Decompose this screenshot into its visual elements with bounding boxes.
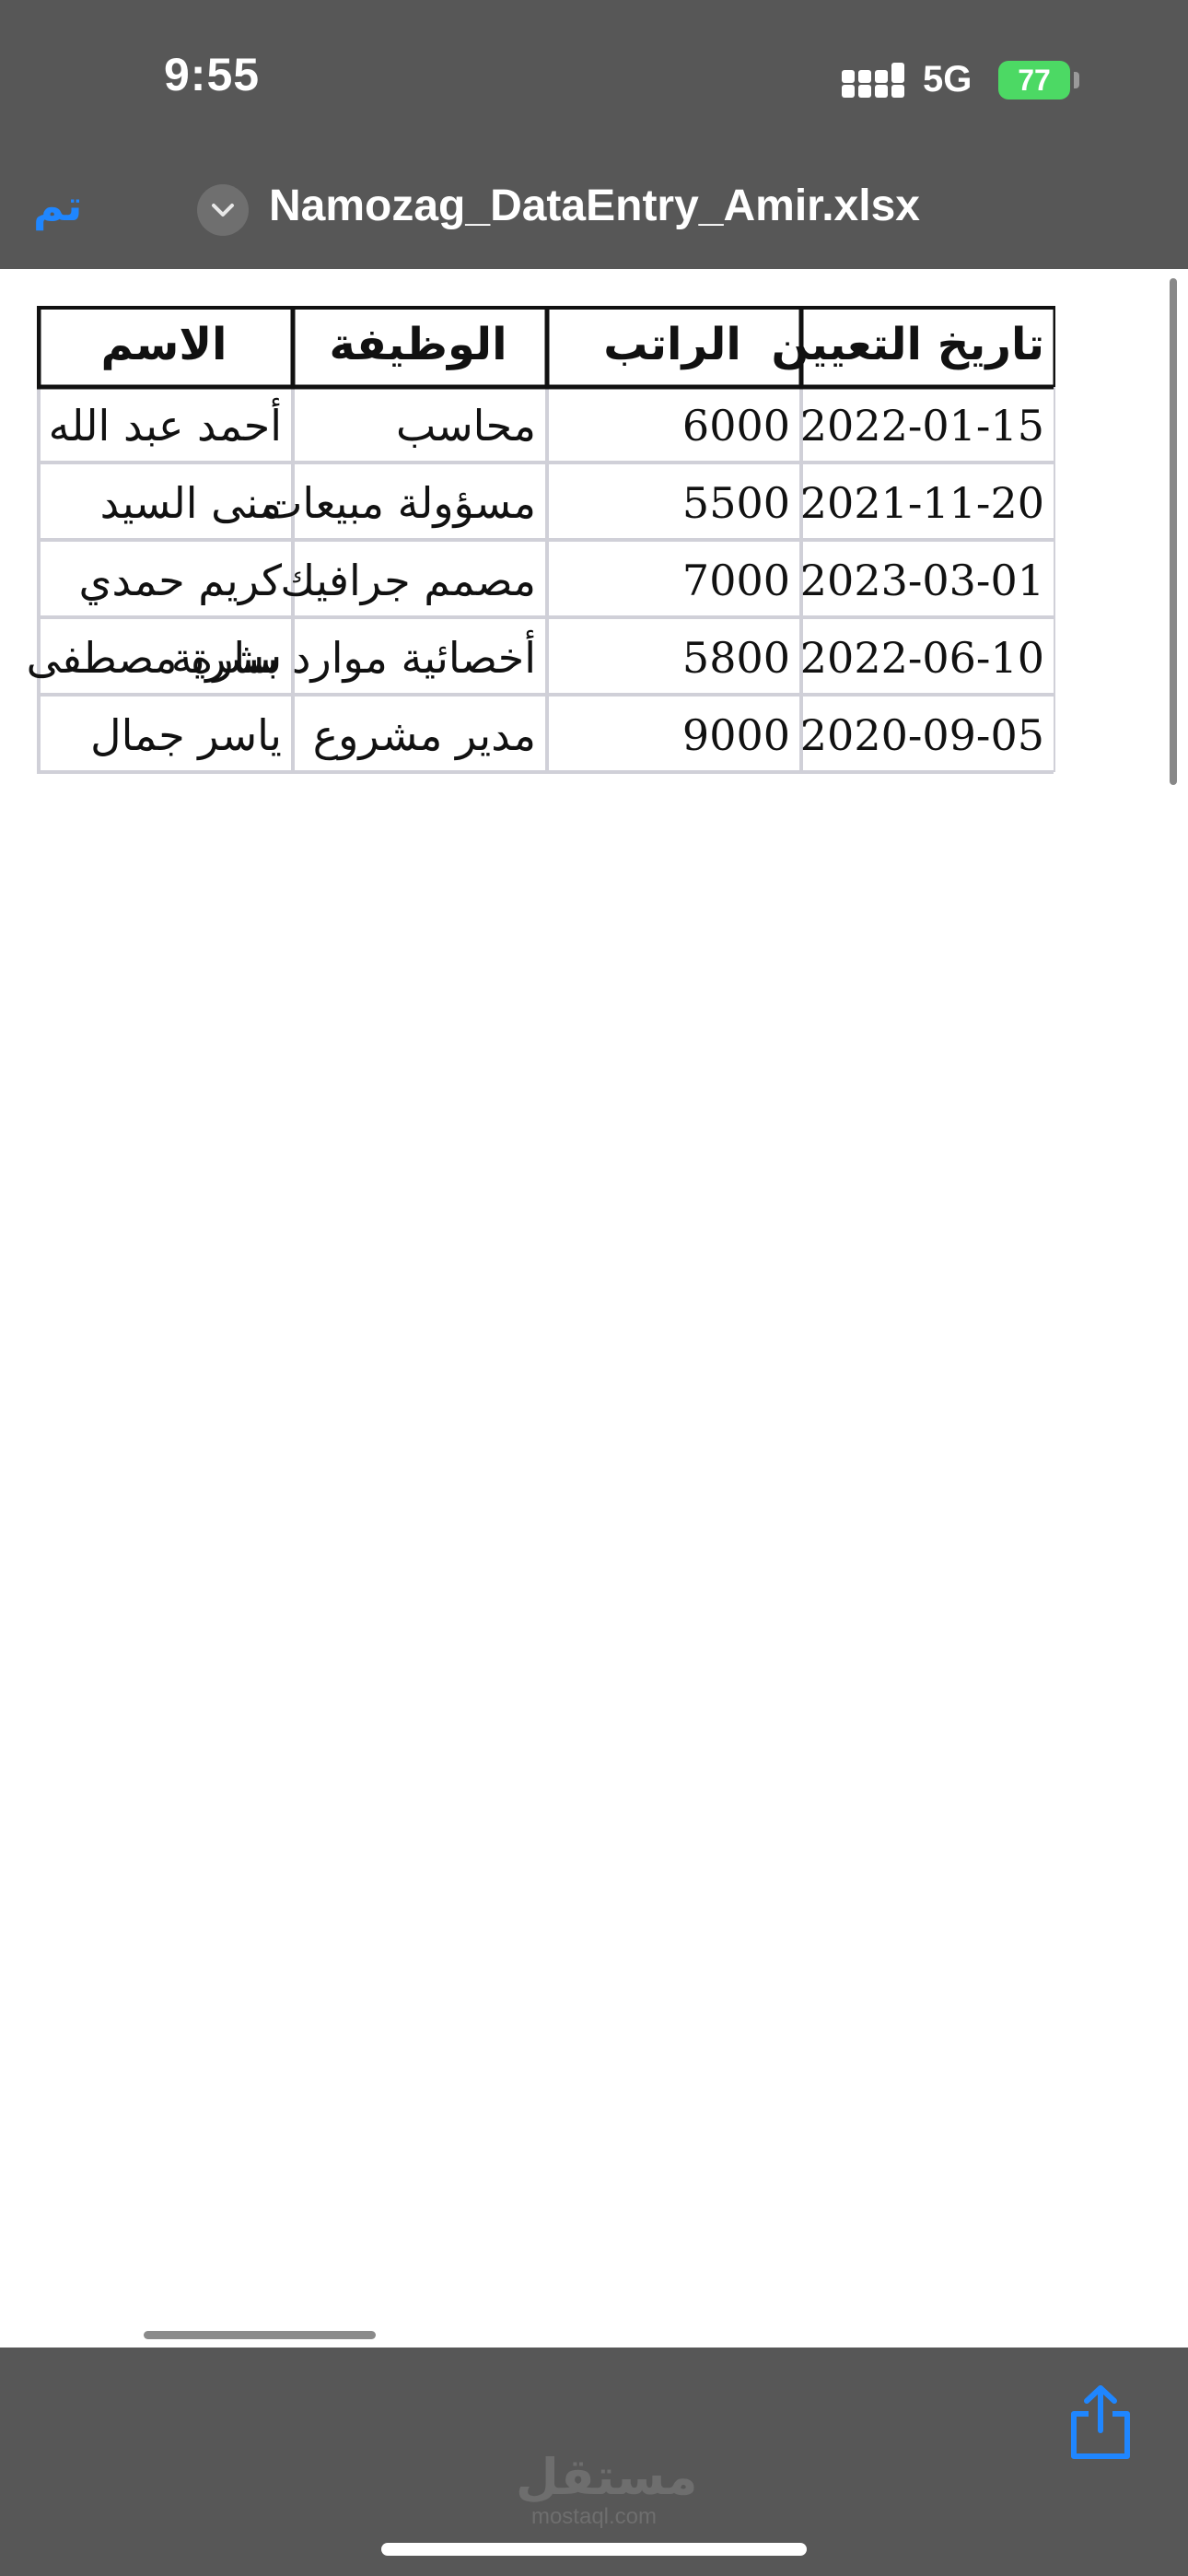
battery-level: 77: [1018, 64, 1051, 97]
cell-salary[interactable]: 9000: [545, 697, 799, 774]
cell-job[interactable]: مسؤولة مبيعات: [262, 464, 545, 542]
battery-tip: [1074, 72, 1079, 88]
cell-job[interactable]: محاسب: [291, 387, 545, 464]
battery-charging-icon: 77: [998, 61, 1070, 100]
cell-salary[interactable]: 7000: [545, 542, 799, 619]
header-cell[interactable]: تاريخ التعيين: [771, 306, 1054, 387]
share-icon[interactable]: [1066, 2383, 1135, 2460]
cell-name[interactable]: ياسر جمال: [37, 697, 291, 774]
cell-job[interactable]: أخصائية موارد بشرية: [171, 619, 545, 697]
cell-date[interactable]: 2021-11-20: [799, 464, 1054, 542]
watermark-latin: mostaql.com: [530, 2504, 658, 2529]
cell-date[interactable]: 2022-01-15: [799, 387, 1054, 464]
header-cell[interactable]: الراتب: [545, 306, 799, 387]
header-cell[interactable]: الوظيفة: [291, 306, 545, 387]
watermark-logo: مستقل mostaql.com: [516, 2448, 698, 2530]
cell-date[interactable]: 2022-06-10: [799, 619, 1054, 697]
network-label: 5G: [923, 59, 973, 100]
cell-salary[interactable]: 5800: [545, 619, 799, 697]
cell-name[interactable]: أحمد عبد الله: [37, 387, 291, 464]
scroll-indicator: [144, 2331, 376, 2339]
spreadsheet-table: تاريخ التعيين الراتب الوظيفة الاسم 2022-01-1…: [27, 306, 1055, 778]
cellular-signal-icon: [842, 63, 906, 100]
cell-job[interactable]: مصمم جرافيك: [280, 542, 545, 619]
watermark-arabic: مستقل: [516, 2448, 698, 2506]
document-title[interactable]: Namozag_DataEntry_Amir.xlsx: [269, 181, 920, 231]
header-cell[interactable]: الاسم: [37, 306, 291, 387]
cell-salary[interactable]: 6000: [545, 387, 799, 464]
cell-name[interactable]: منى السيد: [37, 464, 291, 542]
vertical-scrollbar[interactable]: [1170, 278, 1177, 785]
done-button[interactable]: تم: [33, 181, 82, 230]
cell-date[interactable]: 2020-09-05: [799, 697, 1054, 774]
status-time: 9:55: [164, 49, 261, 100]
cell-name[interactable]: سارة مصطفى: [27, 619, 291, 697]
top-bar: 9:55 5G 77 تم Namozag_DataEntry_Amir.xls…: [0, 0, 1188, 269]
cell-date[interactable]: 2023-03-01: [799, 542, 1054, 619]
chevron-down-icon[interactable]: [197, 184, 249, 236]
home-indicator: [381, 2543, 807, 2556]
cell-salary[interactable]: 5500: [545, 464, 799, 542]
cell-name[interactable]: كريم حمدي: [37, 542, 291, 619]
cell-job[interactable]: مدير مشروع: [291, 697, 545, 774]
